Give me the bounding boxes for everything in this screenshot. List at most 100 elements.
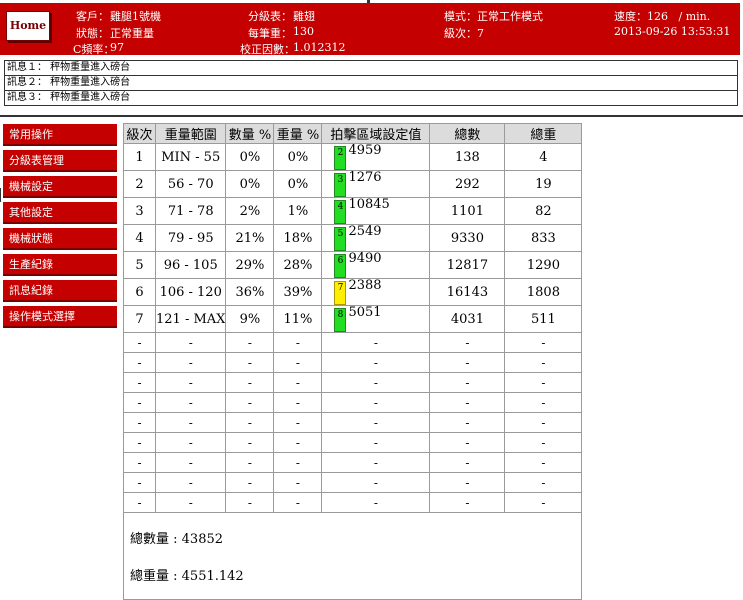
cell-range: 121 - MAX bbox=[154, 305, 227, 333]
cell-level: 6 bbox=[123, 278, 156, 306]
cell-setting[interactable]: 7 2388 bbox=[321, 278, 431, 306]
cell-wt-pct: 18% bbox=[273, 224, 323, 252]
speed-unit: / min. bbox=[678, 10, 711, 23]
empty-cell: - bbox=[123, 432, 156, 453]
empty-row: ------- bbox=[123, 492, 583, 513]
cell-setting[interactable]: 4 10845 bbox=[321, 197, 431, 225]
col-header-setting: 拍擊區域設定值 bbox=[321, 123, 431, 144]
sidebar-item-operation-mode[interactable]: 操作模式選擇 bbox=[3, 306, 117, 328]
empty-row: ------- bbox=[123, 352, 583, 373]
empty-cell: - bbox=[429, 412, 506, 433]
empty-cell: - bbox=[504, 432, 583, 453]
col-header-qty-pct: 數量 % bbox=[225, 123, 275, 144]
summary-row: 總數量 : 43852 總重量 : 4551.142 bbox=[122, 512, 583, 600]
cell-qty-pct: 2% bbox=[225, 197, 275, 225]
cell-weight: 511 bbox=[504, 305, 583, 333]
sidebar-item-message-log[interactable]: 訊息紀錄 bbox=[3, 280, 117, 302]
slot-number: 4 bbox=[337, 202, 344, 212]
empty-cell: - bbox=[154, 372, 227, 393]
speed-label: 速度： bbox=[614, 10, 647, 23]
sidebar-item-production-log[interactable]: 生產紀錄 bbox=[3, 254, 117, 276]
empty-row: ------- bbox=[123, 452, 583, 473]
cell-qty-pct: 36% bbox=[225, 278, 275, 306]
cell-range: MIN - 55 bbox=[154, 143, 227, 171]
sidebar-item-grade-table-mgmt[interactable]: 分級表管理 bbox=[3, 150, 117, 172]
cell-setting[interactable]: 5 2549 bbox=[321, 224, 431, 252]
cell-weight: 1808 bbox=[504, 278, 583, 306]
sidebar-menu: 常用操作 分級表管理 機械設定 其他設定 機械狀態 生產紀錄 訊息紀錄 操作模式… bbox=[3, 124, 117, 332]
sidebar-item-common-ops[interactable]: 常用操作 bbox=[3, 124, 117, 146]
message-line-2: 訊息２： 秤物重量進入磅台 bbox=[4, 76, 738, 91]
empty-cell: - bbox=[429, 492, 506, 513]
empty-cell: - bbox=[321, 352, 431, 373]
table-row: 2 56 - 70 0% 0% 3 1276 292 19 bbox=[123, 170, 583, 198]
empty-cell: - bbox=[154, 412, 227, 433]
cell-level: 3 bbox=[123, 197, 156, 225]
empty-cell: - bbox=[154, 452, 227, 473]
mode-readout: 模式：正常工作模式 bbox=[444, 8, 543, 24]
empty-cell: - bbox=[123, 452, 156, 473]
setting-value: 4959 bbox=[348, 143, 382, 159]
cell-count: 138 bbox=[429, 143, 506, 171]
empty-cell: - bbox=[273, 472, 323, 493]
empty-cell: - bbox=[123, 472, 156, 493]
empty-cell: - bbox=[504, 452, 583, 473]
empty-cell: - bbox=[123, 372, 156, 393]
status-label: 狀態： bbox=[76, 27, 109, 40]
cell-setting[interactable]: 6 9490 bbox=[321, 251, 431, 279]
cell-setting[interactable]: 8 5051 bbox=[321, 305, 431, 333]
cfreq-value: 97 bbox=[110, 41, 124, 54]
table-row: 5 96 - 105 29% 28% 6 9490 12817 1290 bbox=[123, 251, 583, 279]
slot-number: 8 bbox=[337, 310, 344, 320]
cell-setting[interactable]: 2 4959 bbox=[321, 143, 431, 171]
cell-wt-pct: 0% bbox=[273, 143, 323, 171]
cell-range: 71 - 78 bbox=[154, 197, 227, 225]
cell-count: 9330 bbox=[429, 224, 506, 252]
cell-count: 16143 bbox=[429, 278, 506, 306]
empty-cell: - bbox=[321, 472, 431, 493]
setting-value: 1276 bbox=[348, 170, 382, 186]
table-row: 6 106 - 120 36% 39% 7 2388 16143 1808 bbox=[123, 278, 583, 306]
cell-qty-pct: 0% bbox=[225, 170, 275, 198]
sidebar-item-machine-status[interactable]: 機械狀態 bbox=[3, 228, 117, 250]
empty-row: ------- bbox=[123, 472, 583, 493]
empty-cell: - bbox=[273, 352, 323, 373]
cell-level: 2 bbox=[123, 170, 156, 198]
cell-range: 56 - 70 bbox=[154, 170, 227, 198]
empty-cell: - bbox=[504, 352, 583, 373]
empty-cell: - bbox=[321, 332, 431, 353]
empty-cell: - bbox=[273, 452, 323, 473]
cell-weight: 4 bbox=[504, 143, 583, 171]
empty-cell: - bbox=[154, 432, 227, 453]
customer-value: 雞腿1號機 bbox=[110, 10, 161, 23]
level-label: 級次： bbox=[444, 27, 477, 40]
col-header-level: 級次 bbox=[123, 123, 156, 144]
cfreq-label: C頻率： bbox=[73, 43, 115, 56]
cell-range: 106 - 120 bbox=[154, 278, 227, 306]
home-button[interactable]: Home bbox=[6, 11, 50, 41]
col-header-weight: 總重 bbox=[504, 123, 583, 144]
empty-cell: - bbox=[321, 372, 431, 393]
empty-cell: - bbox=[123, 412, 156, 433]
empty-row: ------- bbox=[123, 412, 583, 433]
sidebar-item-other-settings[interactable]: 其他設定 bbox=[3, 202, 117, 224]
empty-cell: - bbox=[321, 492, 431, 513]
empty-cell: - bbox=[504, 392, 583, 413]
empty-cell: - bbox=[504, 492, 583, 513]
per-weight-label: 每筆重： bbox=[248, 27, 292, 40]
empty-row: ------- bbox=[123, 372, 583, 393]
empty-row: ------- bbox=[123, 392, 583, 413]
cell-range: 79 - 95 bbox=[154, 224, 227, 252]
status-header: Home 客戶： 雞腿1號機 狀態： 正常重量 C頻率： 97 分級表： 雞翅 … bbox=[0, 3, 740, 56]
empty-cell: - bbox=[123, 352, 156, 373]
empty-cell: - bbox=[429, 392, 506, 413]
empty-cell: - bbox=[154, 352, 227, 373]
slot-indicator: 2 bbox=[334, 146, 347, 170]
empty-cell: - bbox=[225, 472, 275, 493]
empty-cell: - bbox=[225, 352, 275, 373]
slot-number: 2 bbox=[337, 148, 344, 158]
setting-value: 2549 bbox=[348, 224, 382, 240]
cell-setting[interactable]: 3 1276 bbox=[321, 170, 431, 198]
sidebar-item-machine-settings[interactable]: 機械設定 bbox=[3, 176, 117, 198]
empty-cell: - bbox=[504, 472, 583, 493]
